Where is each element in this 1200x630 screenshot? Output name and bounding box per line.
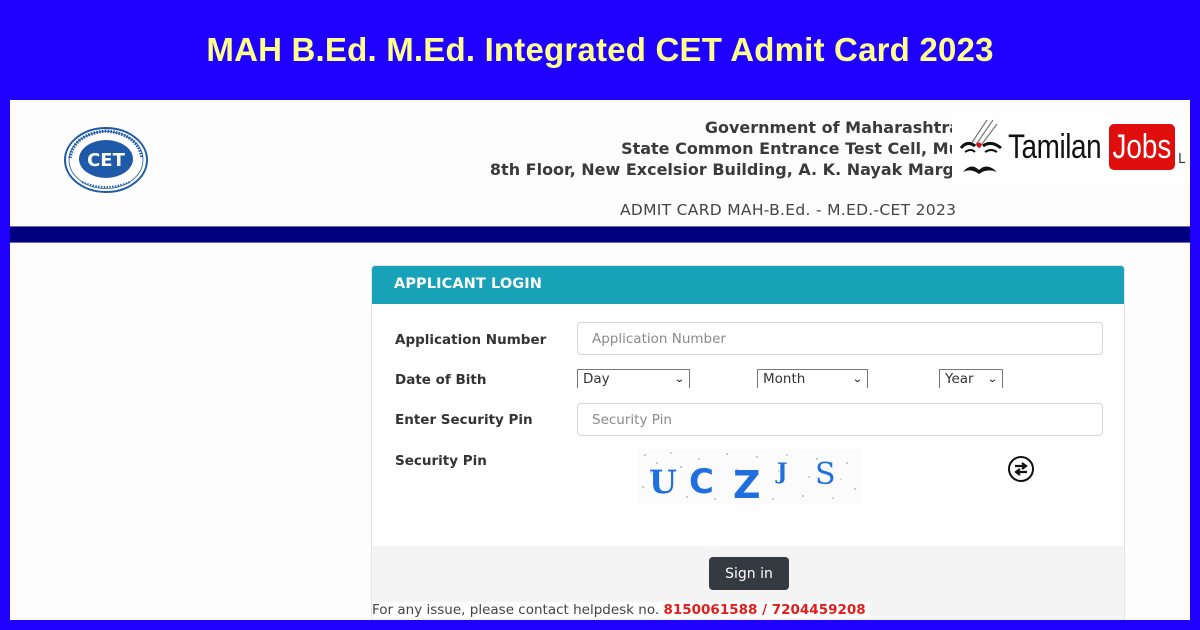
dob-day-select[interactable]: Day ⌄: [577, 369, 690, 388]
helpdesk-numbers: 8150061588 / 7204459208: [663, 602, 866, 618]
chevron-down-icon: ⌄: [673, 373, 685, 385]
enter-security-pin-label: Enter Security Pin: [395, 412, 533, 428]
sign-in-button[interactable]: Sign in: [709, 557, 789, 590]
dob-year-select[interactable]: Year ⌄: [939, 369, 1003, 388]
captcha-char-1: U: [649, 463, 677, 501]
date-of-birth-label: Date of Bith: [395, 372, 487, 388]
admit-card-title: ADMIT CARD MAH-B.Ed. - M.ED.-CET 2023: [620, 201, 957, 219]
watermark-badge-jobs: Jobs: [1109, 124, 1175, 170]
dob-month-value: Month: [763, 371, 806, 387]
helpdesk-text: For any issue, please contact helpdesk n…: [372, 602, 660, 618]
captcha-char-2: C: [689, 462, 714, 502]
watermark-text-jobs: Jobs: [1112, 127, 1172, 166]
application-number-label: Application Number: [395, 332, 547, 348]
tamilan-face-icon: [959, 119, 1002, 174]
chevron-down-icon: ⌄: [851, 373, 863, 385]
admit-card-page: CET Government of Maharashtra State Comm…: [10, 100, 1190, 620]
gov-line-2: State Common Entrance Test Cell, Mu: [621, 139, 960, 158]
organization-address: Government of Maharashtra State Common E…: [490, 117, 960, 180]
security-pin-input[interactable]: [577, 403, 1103, 436]
captcha-image: U C Z J S: [637, 449, 862, 504]
dob-day-value: Day: [583, 371, 610, 387]
watermark-text-tamilan: Tamilan: [1008, 128, 1102, 166]
captcha-char-5: S: [815, 457, 836, 492]
cet-logo-icon: CET: [64, 127, 148, 193]
captcha-char-3: Z: [733, 463, 761, 504]
panel-heading: APPLICANT LOGIN: [372, 266, 1124, 304]
applicant-login-panel: APPLICANT LOGIN Application Number Date …: [371, 265, 1125, 620]
application-number-input[interactable]: [577, 322, 1103, 355]
watermark-logo: Tamilan Jobs L: [952, 114, 1187, 184]
dob-month-select[interactable]: Month ⌄: [757, 369, 868, 388]
gov-line-3: 8th Floor, New Excelsior Building, A. K.…: [489, 160, 960, 179]
banner-title: MAH B.Ed. M.Ed. Integrated CET Admit Car…: [206, 31, 994, 68]
chevron-down-icon: ⌄: [986, 373, 998, 385]
cet-logo-text: CET: [87, 150, 126, 171]
dob-year-value: Year: [945, 371, 974, 387]
refresh-icon[interactable]: [1003, 454, 1039, 484]
helpdesk-notice: For any issue, please contact helpdesk n…: [372, 602, 870, 618]
captcha-label: Security Pin: [395, 453, 487, 469]
watermark-trailing: L: [1178, 152, 1186, 167]
header-divider-bar: [10, 226, 1190, 243]
gov-line-1: Government of Maharashtra: [704, 118, 960, 137]
page-header: CET Government of Maharashtra State Comm…: [10, 100, 1190, 226]
captcha-char-4: J: [775, 459, 787, 485]
